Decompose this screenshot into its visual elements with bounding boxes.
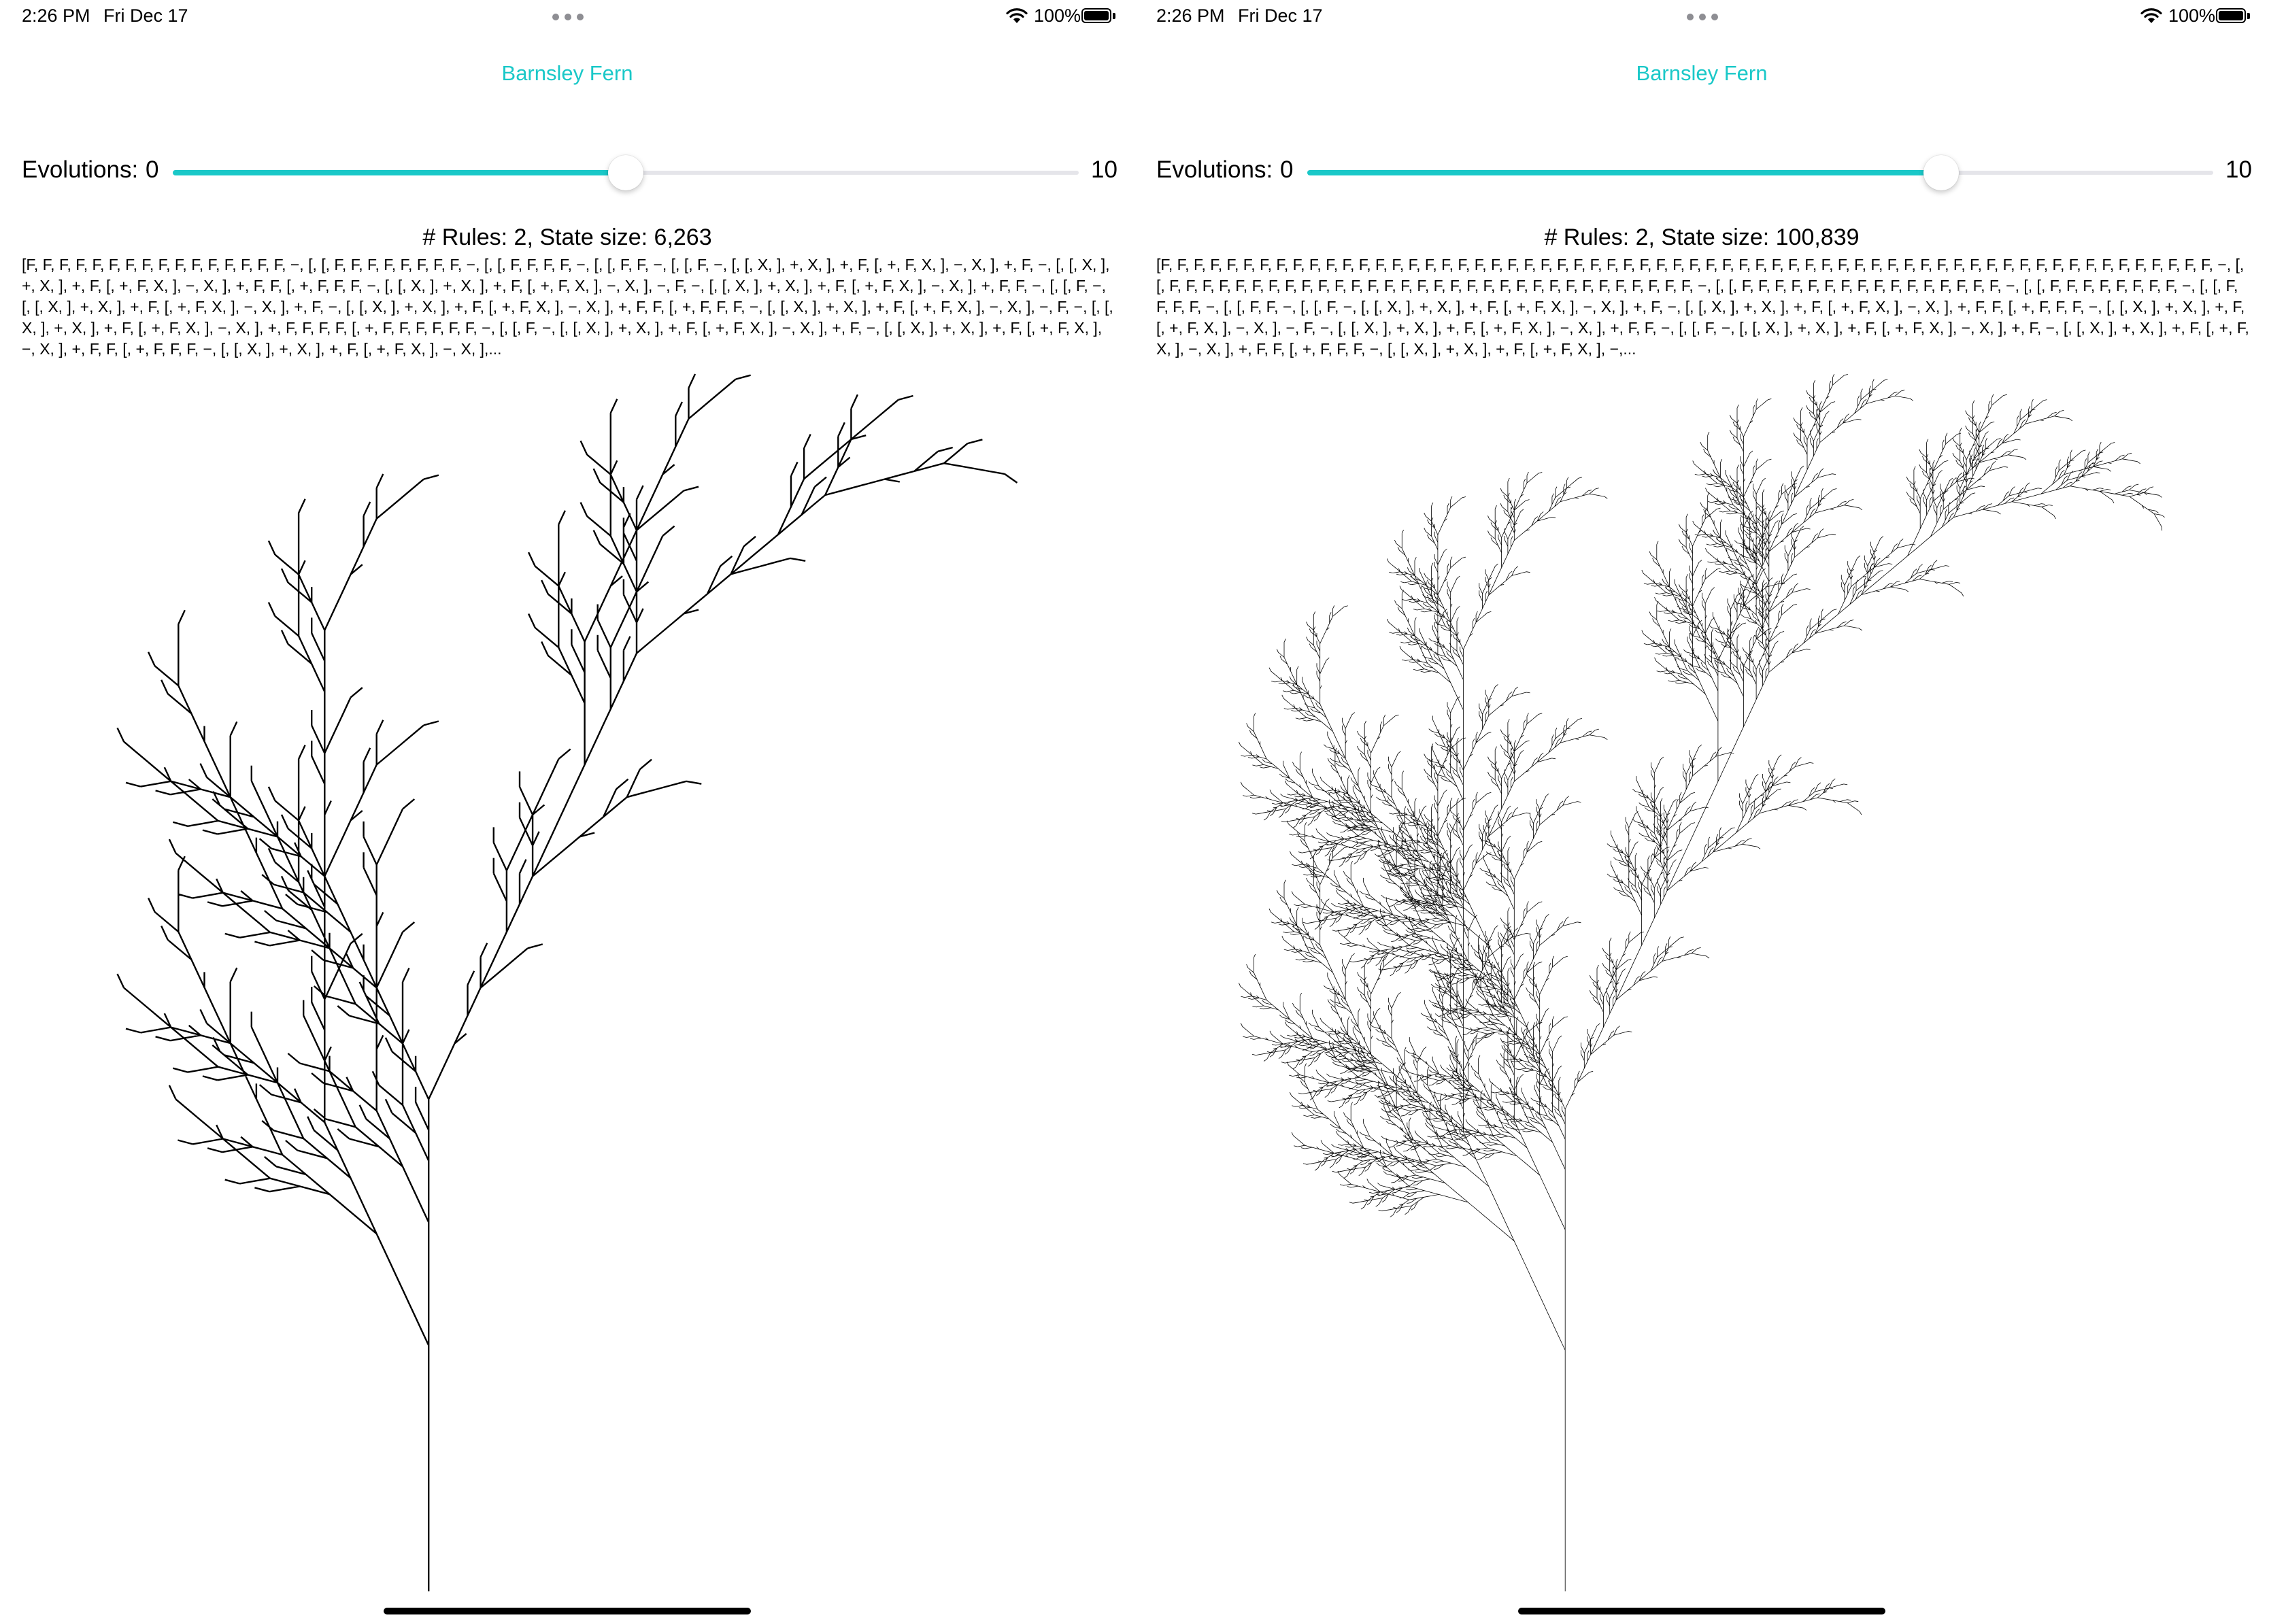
panel-evolutions-7: 2:26 PM Fri Dec 17 100% Barnsley Fern Ev… xyxy=(1134,0,2269,1624)
slider-fill xyxy=(173,170,626,175)
battery-icon xyxy=(1081,8,1117,24)
slider-min-label: 0 xyxy=(146,156,159,183)
multitasking-dots-icon[interactable] xyxy=(1687,14,1718,20)
status-time: 2:26 PM xyxy=(22,5,90,26)
fern-path xyxy=(116,373,1018,1591)
status-bar: 2:26 PM Fri Dec 17 100% xyxy=(1134,0,2269,35)
slider-thumb[interactable] xyxy=(1923,155,1960,190)
home-indicator xyxy=(384,1608,751,1614)
fern-path xyxy=(1239,373,2165,1591)
fern-canvas xyxy=(116,373,1018,1591)
wifi-icon xyxy=(2140,8,2162,23)
nav-title: Barnsley Fern xyxy=(1636,61,1768,85)
slider-thumb[interactable] xyxy=(608,155,643,190)
status-bar: 2:26 PM Fri Dec 17 100% xyxy=(0,0,1134,35)
wifi-icon xyxy=(1006,8,1028,23)
rules-summary: # Rules: 2, State size: 6,263 xyxy=(422,224,712,250)
multitasking-dots-icon[interactable] xyxy=(552,14,584,20)
evolutions-slider[interactable] xyxy=(1307,155,2213,190)
battery-icon xyxy=(2216,8,2251,24)
status-date: Fri Dec 17 xyxy=(103,5,188,26)
slider-fill xyxy=(1307,170,1942,175)
panel-evolutions-5: 2:26 PM Fri Dec 17 100% Barnsley Fern Ev… xyxy=(0,0,1134,1624)
nav-title: Barnsley Fern xyxy=(501,61,633,85)
battery-percentage: 100% xyxy=(1034,5,1081,26)
fern-canvas xyxy=(1239,373,2165,1591)
status-time: 2:26 PM xyxy=(1156,5,1225,26)
slider-max-label: 10 xyxy=(1091,156,1117,183)
state-string: [F, F, F, F, F, F, F, F, F, F, F, F, F, … xyxy=(1156,256,2249,358)
slider-max-label: 10 xyxy=(2225,156,2252,183)
home-indicator xyxy=(1518,1608,1885,1614)
state-string: [F, F, F, F, F, F, F, F, F, F, F, F, F, … xyxy=(22,256,1113,358)
battery-percentage: 100% xyxy=(2168,5,2216,26)
status-date: Fri Dec 17 xyxy=(1238,5,1323,26)
rules-summary: # Rules: 2, State size: 100,839 xyxy=(1544,224,1860,250)
evolutions-label: Evolutions: xyxy=(1156,156,1273,183)
evolutions-label: Evolutions: xyxy=(22,156,139,183)
evolutions-slider[interactable] xyxy=(173,155,1079,190)
slider-min-label: 0 xyxy=(1280,156,1294,183)
